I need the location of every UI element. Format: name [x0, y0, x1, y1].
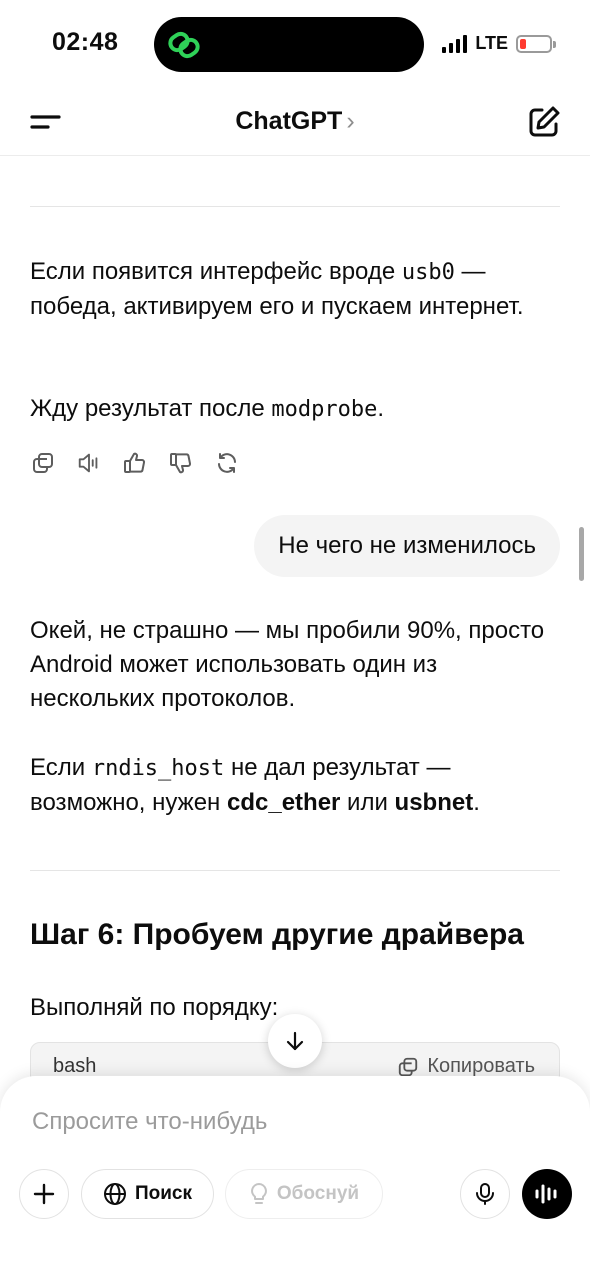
- dictate-button[interactable]: [460, 1169, 510, 1219]
- assistant-paragraph: Жду результат после modprobe.: [30, 392, 550, 427]
- thumbs-up-icon[interactable]: [122, 448, 148, 478]
- globe-icon: [103, 1183, 126, 1205]
- text: или: [340, 789, 395, 816]
- signal-icon: [442, 34, 468, 53]
- assistant-paragraph: Если появится интерфейс вроде usb0 — поб…: [30, 255, 550, 324]
- text: Жду результат после: [30, 395, 272, 422]
- scroll-to-bottom-button[interactable]: [268, 1014, 322, 1068]
- voice-waveform-icon: [535, 1184, 557, 1204]
- reason-button[interactable]: Обоснуй: [225, 1169, 383, 1219]
- page-title: ChatGPT: [235, 107, 343, 135]
- lightbulb-icon: [250, 1183, 267, 1204]
- inline-code: rndis_host: [91, 756, 225, 781]
- bold-text: usbnet: [394, 789, 474, 816]
- speaker-icon[interactable]: [76, 448, 102, 478]
- copy-icon: [399, 1057, 418, 1076]
- copy-icon[interactable]: [30, 448, 56, 478]
- copy-label: Копировать: [427, 1055, 535, 1077]
- copy-code-button[interactable]: Копировать: [397, 1055, 535, 1078]
- dynamic-island: [154, 17, 424, 72]
- user-message[interactable]: Не чего не изменилось: [254, 515, 560, 577]
- divider: [30, 206, 560, 207]
- model-selector[interactable]: ChatGPT ›: [0, 107, 590, 136]
- code-language: bash: [53, 1055, 97, 1077]
- divider: [30, 870, 560, 871]
- search-button[interactable]: Поиск: [81, 1169, 214, 1219]
- add-attachment-button[interactable]: [19, 1169, 69, 1219]
- voice-mode-button[interactable]: [522, 1169, 572, 1219]
- regenerate-icon[interactable]: [214, 448, 240, 478]
- assistant-paragraph: Если rndis_host не дал результат — возмо…: [30, 751, 550, 820]
- composer: Спросите что-нибудь Поиск Обоснуй: [0, 1076, 590, 1280]
- status-indicators: LTE: [442, 33, 556, 54]
- text: .: [473, 789, 480, 816]
- scrollbar[interactable]: [579, 527, 584, 581]
- text: Если: [30, 754, 92, 781]
- text: Если появится интерфейс вроде: [30, 258, 402, 285]
- search-label: Поиск: [134, 1183, 193, 1204]
- status-time: 02:48: [52, 28, 119, 56]
- bold-text: cdc_ether: [226, 789, 341, 816]
- status-bar: 02:48 LTE: [0, 0, 590, 88]
- chatgpt-link-icon: [168, 31, 200, 59]
- battery-icon: [516, 34, 556, 53]
- plus-icon: [33, 1183, 55, 1205]
- text: .: [377, 395, 385, 422]
- arrow-down-icon: [286, 1031, 304, 1051]
- assistant-paragraph: Окей, не страшно — мы пробили 90%, прост…: [30, 617, 545, 712]
- inline-code: modprobe: [271, 397, 378, 422]
- microphone-icon: [476, 1183, 494, 1205]
- new-chat-icon[interactable]: [526, 104, 562, 140]
- chevron-right-icon: ›: [346, 107, 355, 135]
- network-type: LTE: [475, 33, 508, 53]
- prompt-input[interactable]: Спросите что-нибудь: [32, 1108, 267, 1136]
- thumbs-down-icon[interactable]: [168, 448, 194, 478]
- inline-code: usb0: [401, 260, 455, 285]
- section-heading: Шаг 6: Пробуем другие драйвера: [30, 918, 524, 951]
- top-nav: ChatGPT ›: [0, 88, 590, 156]
- message-actions: [30, 448, 240, 478]
- reason-label: Обоснуй: [276, 1183, 360, 1204]
